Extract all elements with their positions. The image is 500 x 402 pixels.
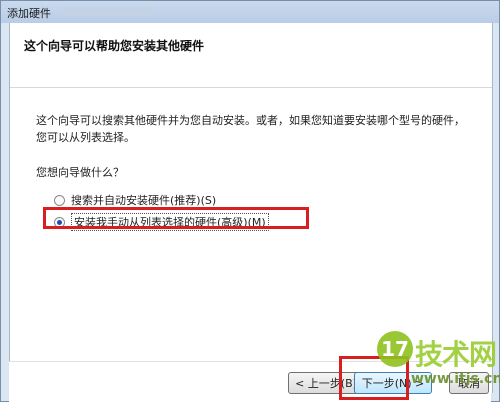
highlight-box-option bbox=[43, 207, 309, 229]
wizard-question: 您想向导做什么？ bbox=[36, 166, 124, 179]
radio-auto-install[interactable] bbox=[54, 194, 65, 206]
wizard-header-title: 这个向导可以帮助您安装其他硬件 bbox=[24, 39, 205, 53]
window-title: 添加硬件 bbox=[7, 7, 51, 20]
wizard-header: 这个向导可以帮助您安装其他硬件 bbox=[10, 23, 492, 88]
title-bar-blurred-text bbox=[63, 7, 153, 16]
option-auto-install[interactable]: 搜索并自动安装硬件(推荐)(S) bbox=[54, 192, 216, 208]
highlight-box-next bbox=[339, 356, 409, 400]
title-bar[interactable]: 添加硬件 bbox=[1, 1, 499, 23]
add-hardware-window: 添加硬件 这个向导可以帮助您安装其他硬件 这个向导可以搜索其他硬件并为您自动安装… bbox=[0, 0, 500, 402]
wizard-footer: < 上一步(B) 下一步(N) > 取消 bbox=[9, 361, 491, 402]
wizard-content: 这个向导可以搜索其他硬件并为您自动安装。或者，如果您知道要安装哪个型号的硬件，您… bbox=[10, 88, 492, 388]
wizard-description: 这个向导可以搜索其他硬件并为您自动安装。或者，如果您知道要安装哪个型号的硬件，您… bbox=[36, 114, 465, 144]
wizard-panel: 这个向导可以帮助您安装其他硬件 这个向导可以搜索其他硬件并为您自动安装。或者，如… bbox=[9, 23, 493, 393]
option-auto-install-label: 搜索并自动安装硬件(推荐)(S) bbox=[71, 194, 217, 207]
cancel-button[interactable]: 取消 bbox=[449, 372, 489, 394]
